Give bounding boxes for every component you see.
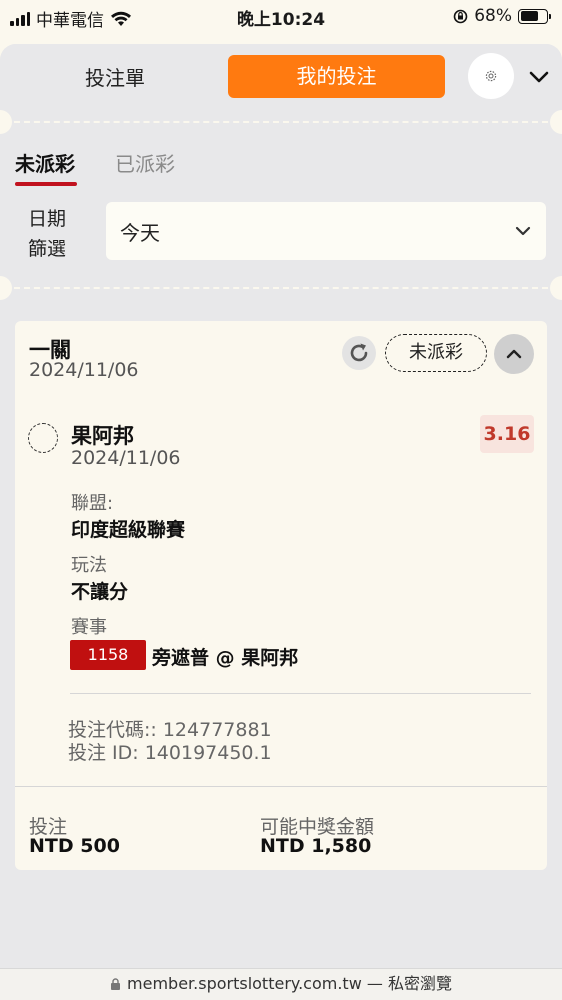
lock-icon bbox=[111, 978, 121, 990]
collapse-panel-button[interactable] bbox=[524, 64, 554, 90]
active-tab-indicator bbox=[15, 182, 77, 186]
tab-unsettled-label: 未派彩 bbox=[15, 152, 75, 176]
refresh-button[interactable] bbox=[342, 336, 376, 370]
tab-my-bets[interactable]: 我的投注 bbox=[228, 55, 445, 98]
date-filter-label: 日期篩選 bbox=[28, 208, 67, 260]
expand-toggle-button[interactable] bbox=[494, 334, 534, 374]
selection-team: 果阿邦 bbox=[71, 424, 134, 448]
chevron-down-icon bbox=[515, 226, 531, 236]
divider bbox=[15, 786, 547, 787]
private-browsing-label: — 私密瀏覽 bbox=[366, 974, 452, 993]
chevron-down-icon bbox=[529, 71, 549, 83]
bet-card: 一關 2024/11/06 未派彩 果阿邦 2024/11/06 3.16 聯盟… bbox=[15, 321, 547, 870]
filter-area: 未派彩 已派彩 日期篩選 今天 bbox=[0, 134, 562, 284]
battery-icon bbox=[518, 8, 551, 24]
bets-panel: 投注單 我的投注 未派彩 已派彩 日期篩選 今天 一關 2024/11/06 未… bbox=[0, 44, 562, 968]
league-value: 印度超級聯賽 bbox=[71, 519, 186, 541]
market-label: 玩法 bbox=[71, 555, 107, 576]
settings-button[interactable] bbox=[468, 53, 514, 99]
date-filter-value: 今天 bbox=[120, 221, 160, 245]
browser-address-bar[interactable]: member.sportslottery.com.tw — 私密瀏覽 bbox=[0, 968, 562, 1000]
stake-value: NTD 500 bbox=[29, 835, 120, 857]
battery-percent: 68% bbox=[474, 6, 512, 26]
status-right: 68% bbox=[453, 6, 551, 26]
selection-date: 2024/11/06 bbox=[71, 447, 181, 469]
event-number-badge: 1158 bbox=[70, 640, 146, 670]
event-name: 旁遮普 @ 果阿邦 bbox=[152, 647, 299, 669]
tab-unsettled[interactable]: 未派彩 bbox=[15, 148, 77, 186]
tab-settled[interactable]: 已派彩 bbox=[115, 148, 175, 177]
orientation-lock-icon bbox=[453, 9, 468, 23]
status-bar: 中華電信 晚上10:24 68% bbox=[0, 0, 562, 34]
odds-badge: 3.16 bbox=[480, 415, 534, 453]
ticket-divider bbox=[0, 110, 562, 134]
potential-payout-value: NTD 1,580 bbox=[260, 835, 372, 857]
ticket-divider bbox=[0, 276, 562, 300]
date-filter-select[interactable]: 今天 bbox=[106, 202, 546, 260]
gear-icon bbox=[485, 70, 497, 82]
bet-date: 2024/11/06 bbox=[29, 359, 139, 381]
tab-betslip[interactable]: 投注單 bbox=[50, 63, 180, 93]
event-label: 賽事 bbox=[71, 617, 107, 638]
selection-status-icon bbox=[28, 423, 58, 453]
browser-url: member.sportslottery.com.tw bbox=[127, 974, 362, 993]
refresh-icon bbox=[350, 343, 368, 362]
status-badge: 未派彩 bbox=[385, 334, 487, 372]
market-value: 不讓分 bbox=[71, 581, 129, 603]
league-label: 聯盟: bbox=[71, 493, 114, 514]
chevron-up-icon bbox=[506, 349, 522, 359]
divider bbox=[70, 693, 531, 694]
bet-id: 投注 ID: 140197450.1 bbox=[68, 742, 272, 764]
